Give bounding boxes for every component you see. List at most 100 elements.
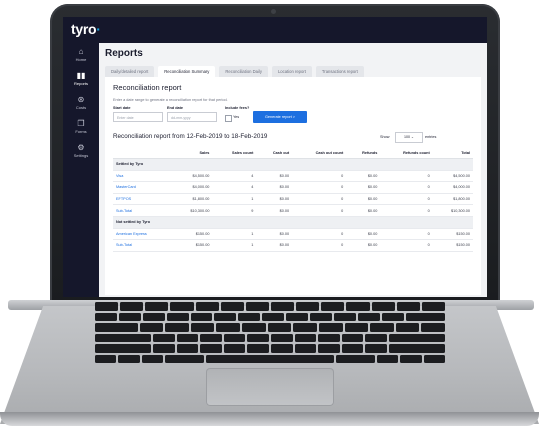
table-cell: 0: [380, 239, 433, 252]
card-type-link[interactable]: Sub-Total: [113, 239, 173, 252]
bar-chart-icon: ▮▮: [76, 71, 86, 80]
entries-label: entries: [425, 135, 437, 139]
report-title: Reconciliation report from 12-Feb-2019 t…: [113, 133, 268, 140]
group-label: Not settled by Tyro: [113, 216, 473, 229]
sidebar-item-costs[interactable]: ⊛ Costs: [63, 95, 99, 110]
card-type-link[interactable]: MasterCard: [113, 181, 173, 194]
start-date-label: Start date: [113, 106, 131, 110]
page-size-select[interactable]: 100 ⌄: [395, 132, 423, 143]
table-cell: 9: [212, 204, 257, 217]
table-group-row: Settled by Tyro: [113, 158, 473, 171]
table-cell: 1: [212, 228, 257, 241]
table-cell: $0.00: [256, 170, 293, 183]
card-type-link[interactable]: Sub-Total: [113, 204, 173, 217]
table-cell: $1,800.00: [172, 193, 213, 206]
table-cell: 0: [292, 204, 347, 217]
table-cell: 0: [292, 170, 347, 183]
col-header-sales: Sales: [172, 147, 213, 159]
table-cell: 0: [292, 239, 347, 252]
table-cell: $0.00: [346, 193, 381, 206]
table-cell: 0: [292, 181, 347, 194]
card-type-link[interactable]: American Express: [113, 228, 173, 241]
col-header: [113, 147, 173, 159]
table-cell: $10,300.00: [432, 204, 473, 217]
table-cell: 1: [212, 193, 257, 206]
table-cell: $150.00: [172, 239, 213, 252]
main-content: Reports Daily/detailed report Reconcilia…: [99, 43, 487, 297]
card-type-link[interactable]: EFTPOS: [113, 193, 173, 206]
table-cell: $0.00: [256, 204, 293, 217]
card-type-link[interactable]: Visa: [113, 170, 173, 183]
show-label: Show: [380, 135, 390, 139]
table-cell: $0.00: [346, 228, 381, 241]
table-cell: $0.00: [346, 181, 381, 194]
end-date-input[interactable]: dd-mm-yyyy: [167, 112, 217, 122]
table-cell: $150.00: [172, 228, 213, 241]
table-cell: $0.00: [256, 228, 293, 241]
trackpad: [206, 368, 334, 406]
tab-location-report[interactable]: Location report: [271, 66, 312, 77]
table-cell: 0: [380, 228, 433, 241]
col-header-sales-count: Sales count: [212, 147, 257, 159]
table-cell: 0: [292, 193, 347, 206]
keyboard: [95, 302, 446, 364]
tyro-logo[interactable]: tyro·: [71, 21, 101, 37]
sidebar-item-home[interactable]: ⌂ Home: [63, 47, 99, 62]
report-card: Reconciliation report Enter a date range…: [105, 77, 481, 295]
tab-daily-detailed[interactable]: Daily/detailed report: [105, 66, 155, 77]
end-date-label: End date: [167, 106, 184, 110]
document-icon: ❐: [77, 119, 85, 128]
col-header-refunds: Refunds: [346, 147, 381, 159]
table-cell: 0: [380, 193, 433, 206]
table-cell: 1: [212, 239, 257, 252]
table-cell: $1,800.00: [432, 193, 473, 206]
include-fees-label: Include fees?: [225, 106, 250, 110]
tab-reconciliation-summary[interactable]: Reconciliation Summary: [158, 66, 216, 77]
table-row: Visa $4,500.00 4 $0.00 0 $0.00 0 $4,500.00: [113, 170, 473, 183]
table-cell: 0: [292, 228, 347, 241]
table-cell: $4,500.00: [172, 170, 213, 183]
generate-report-button[interactable]: Generate report >: [253, 111, 307, 123]
form-hint: Enter a date range to generate a reconci…: [113, 98, 228, 102]
table-cell: 4: [212, 170, 257, 183]
include-fees-option: Yes: [233, 115, 240, 119]
table-cell: $150.00: [432, 239, 473, 252]
table-cell: $0.00: [346, 204, 381, 217]
sidebar-item-settings[interactable]: ⚙ Settings: [63, 143, 99, 158]
table-cell: 0: [380, 204, 433, 217]
table-row: American Express $150.00 1 $0.00 0 $0.00 0 $150…: [113, 228, 473, 241]
col-header-refunds-count: Refunds count: [380, 147, 433, 159]
sidebar-item-reports[interactable]: ▮▮ Reports: [63, 71, 99, 86]
table-cell: $10,300.00: [172, 204, 213, 217]
top-bar: [63, 17, 487, 43]
section-heading: Reconciliation report: [113, 83, 182, 92]
table-cell: $4,000.00: [172, 181, 213, 194]
reconciliation-table: Sales Sales count Cash out Cash out coun…: [113, 147, 473, 252]
col-header-total: Total: [432, 147, 473, 159]
table-cell: $4,000.00: [432, 181, 473, 194]
table-header-row: Sales Sales count Cash out Cash out coun…: [113, 147, 473, 159]
table-row: MasterCard $4,000.00 4 $0.00 0 $0.00 0 $4,000.0…: [113, 181, 473, 194]
table-cell: $0.00: [346, 170, 381, 183]
gear-icon: ⚙: [77, 143, 85, 152]
report-tabs: Daily/detailed report Reconciliation Sum…: [105, 66, 364, 77]
table-cell: 0: [380, 181, 433, 194]
col-header-cash-out-count: Cash out count: [292, 147, 347, 159]
tab-transactions-report[interactable]: Transactions report: [315, 66, 364, 77]
start-date-input[interactable]: Enter date: [113, 112, 163, 122]
table-cell: $150.00: [432, 228, 473, 241]
page-title: Reports: [105, 48, 143, 59]
tab-reconciliation-daily[interactable]: Reconciliation Daily: [219, 66, 268, 77]
webcam: [271, 9, 276, 14]
table-cell: $0.00: [256, 181, 293, 194]
table-cell: $4,500.00: [432, 170, 473, 183]
home-icon: ⌂: [78, 47, 84, 56]
include-fees-checkbox[interactable]: [225, 115, 232, 122]
laptop-base-edge: [0, 412, 539, 426]
screen: tyro· ⌂ Home ▮▮ Reports ⊛ Costs ❐ Forms …: [63, 17, 487, 297]
table-row: EFTPOS $1,800.00 1 $0.00 0 $0.00 0 $1,800.00: [113, 193, 473, 206]
sidebar-item-forms[interactable]: ❐ Forms: [63, 119, 99, 134]
table-row: Sub-Total $10,300.00 9 $0.00 0 $0.00 0 $10,300.…: [113, 204, 473, 217]
table-cell: $0.00: [346, 239, 381, 252]
table-row: Sub-Total $150.00 1 $0.00 0 $0.00 0 $150.00: [113, 239, 473, 252]
